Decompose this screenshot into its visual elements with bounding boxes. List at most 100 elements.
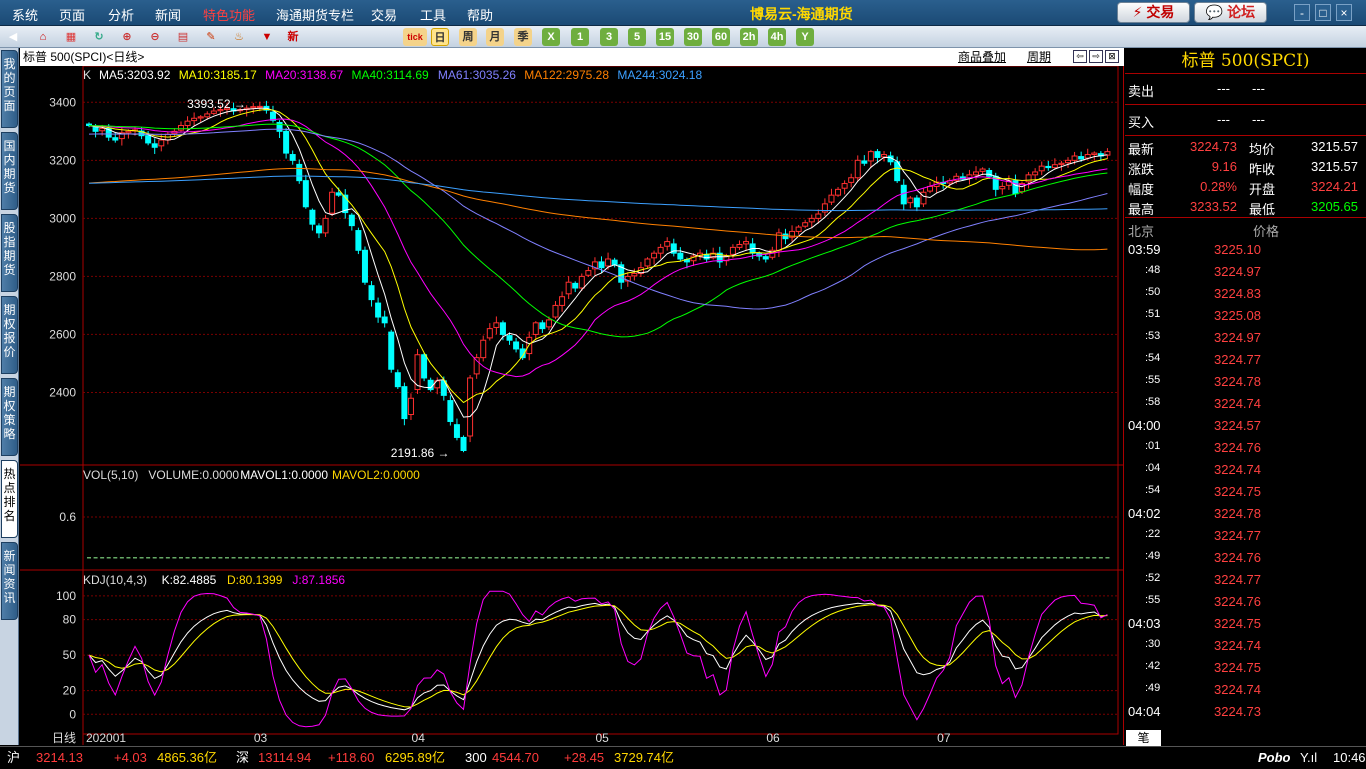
volume-bar (665, 557, 670, 559)
candle-body (782, 233, 789, 240)
volume-bar (1000, 557, 1005, 559)
home-icon[interactable]: ⌂ (34, 28, 52, 46)
minimize-button[interactable]: - (1294, 4, 1310, 21)
period-8[interactable]: 5 (628, 28, 646, 46)
menu-item-8[interactable]: 帮助 (467, 5, 493, 24)
sidetab-0[interactable]: 我的页面 (1, 50, 18, 128)
new-icon[interactable]: 新 (284, 28, 302, 46)
period-2[interactable]: 周 (459, 28, 477, 46)
period-10[interactable]: 30 (684, 28, 702, 46)
back-icon[interactable]: ◀ (4, 28, 22, 46)
menu-item-1[interactable]: 页面 (59, 5, 85, 24)
volume-bar (369, 557, 374, 559)
sidetab-5[interactable]: 热点排名 (1, 460, 18, 538)
overlay-link[interactable]: 商品叠加 (958, 48, 1006, 66)
trade-button[interactable]: ⚡ 交易 (1117, 2, 1190, 23)
menu-item-4[interactable]: 特色功能 (203, 5, 255, 24)
scroll-left-icon[interactable]: ⇦ (1073, 50, 1087, 63)
restore-button[interactable]: □ (1315, 4, 1331, 21)
zoom-out-icon[interactable]: ⊖ (146, 28, 164, 46)
buy-price: --- (1217, 112, 1230, 127)
volume-bar (185, 557, 190, 559)
tick-time: :49 (1145, 682, 1161, 694)
maximize-icon[interactable]: ⊠ (1105, 50, 1119, 63)
period-4[interactable]: 季 (514, 28, 532, 46)
menu-item-6[interactable]: 交易 (371, 5, 397, 24)
ma-line-10 (88, 108, 1108, 404)
sidetab-2[interactable]: 股指期货 (1, 214, 18, 292)
tick-price: 3224.76 (1214, 550, 1261, 565)
sidetab-1[interactable]: 国内期货 (1, 132, 18, 210)
tick-row: :50 3224.83 (1125, 283, 1366, 305)
list-icon[interactable] (349, 28, 367, 46)
zoom-in-icon[interactable]: ⊕ (118, 28, 136, 46)
volume-bar (652, 557, 657, 559)
divider (1125, 104, 1366, 105)
menu-item-5[interactable]: 海通期货专栏 (276, 5, 354, 24)
period-6[interactable]: 1 (571, 28, 589, 46)
page-icon[interactable]: ▦ (62, 28, 80, 46)
candle-body (401, 386, 408, 420)
tick-row: :49 3224.76 (1125, 547, 1366, 569)
volume-bar (947, 557, 952, 559)
menu-item-3[interactable]: 新闻 (155, 5, 181, 24)
calc-icon[interactable] (832, 28, 850, 46)
volume-bar (303, 557, 308, 559)
period-11[interactable]: 60 (712, 28, 730, 46)
menu-item-7[interactable]: 工具 (420, 5, 446, 24)
volume-bar (1052, 557, 1057, 559)
sidetab-6[interactable]: 新闻资讯 (1, 542, 18, 620)
candle-body (513, 341, 520, 350)
tick-time: :49 (1145, 550, 1161, 562)
indicator-icon[interactable]: ♨ (230, 28, 248, 46)
filter-icon[interactable]: ▼ (258, 28, 276, 46)
volume-bar (803, 557, 808, 559)
volume-bar (809, 557, 814, 559)
forum-button[interactable]: 💬 论坛 (1194, 2, 1267, 23)
x-tick-label: 202001 (86, 731, 126, 745)
draw-icon[interactable]: ✎ (202, 28, 220, 46)
scroll-right-icon[interactable]: ⇨ (1089, 50, 1103, 63)
tick-price: 3225.10 (1214, 242, 1261, 257)
x-tick-label: 05 (596, 731, 610, 745)
period-3[interactable]: 月 (486, 28, 504, 46)
menu-item-2[interactable]: 分析 (108, 5, 134, 24)
candle-body (835, 188, 842, 196)
period-link[interactable]: 周期 (1027, 48, 1051, 66)
volume-bar (533, 557, 538, 559)
volume-bar (376, 557, 381, 559)
y-tick-label: 50 (63, 648, 77, 662)
sh-value: 3214.13 (36, 750, 83, 765)
sidetab-4[interactable]: 期权策略 (1, 378, 18, 456)
period-1[interactable]: 日 (431, 28, 449, 46)
refresh-icon[interactable]: ↻ (90, 28, 108, 46)
candle-body (92, 126, 99, 132)
tab-trades[interactable]: 笔 (1126, 730, 1161, 746)
volume-bar (1059, 557, 1064, 559)
volume-bar (192, 557, 197, 559)
volume-bar (448, 557, 453, 559)
volume-bar (914, 557, 919, 559)
chart-canvas[interactable]: 3400 3200 3000 2800 2600 2400 K MA5:3203.92 MA10… (20, 66, 1124, 745)
tick-row: :55 3224.78 (1125, 371, 1366, 393)
volume-bar (579, 557, 584, 559)
period-9[interactable]: 15 (656, 28, 674, 46)
period-12[interactable]: 2h (740, 28, 758, 46)
volume-bar (553, 557, 558, 559)
volume-bar (132, 557, 137, 559)
period-7[interactable]: 3 (600, 28, 618, 46)
period-0[interactable]: tick (403, 28, 427, 46)
sidetab-3[interactable]: 期权报价 (1, 296, 18, 374)
volume-bar (974, 557, 979, 559)
period-14[interactable]: Y (796, 28, 814, 46)
layout-icon[interactable]: ▤ (174, 28, 192, 46)
menu-item-0[interactable]: 系统 (12, 5, 38, 24)
candle-body (315, 225, 322, 234)
period-13[interactable]: 4h (768, 28, 786, 46)
tick-time: 03:59 (1128, 242, 1161, 257)
close-button[interactable]: × (1336, 4, 1352, 21)
chart-panel[interactable]: 标普 500(SPCI)<日线> 商品叠加 周期 ⇦ ⇨ ⊠ 3400 3200 3… (20, 48, 1124, 745)
candle-body (900, 184, 907, 205)
candle-body (407, 397, 414, 416)
period-5[interactable]: X (542, 28, 560, 46)
